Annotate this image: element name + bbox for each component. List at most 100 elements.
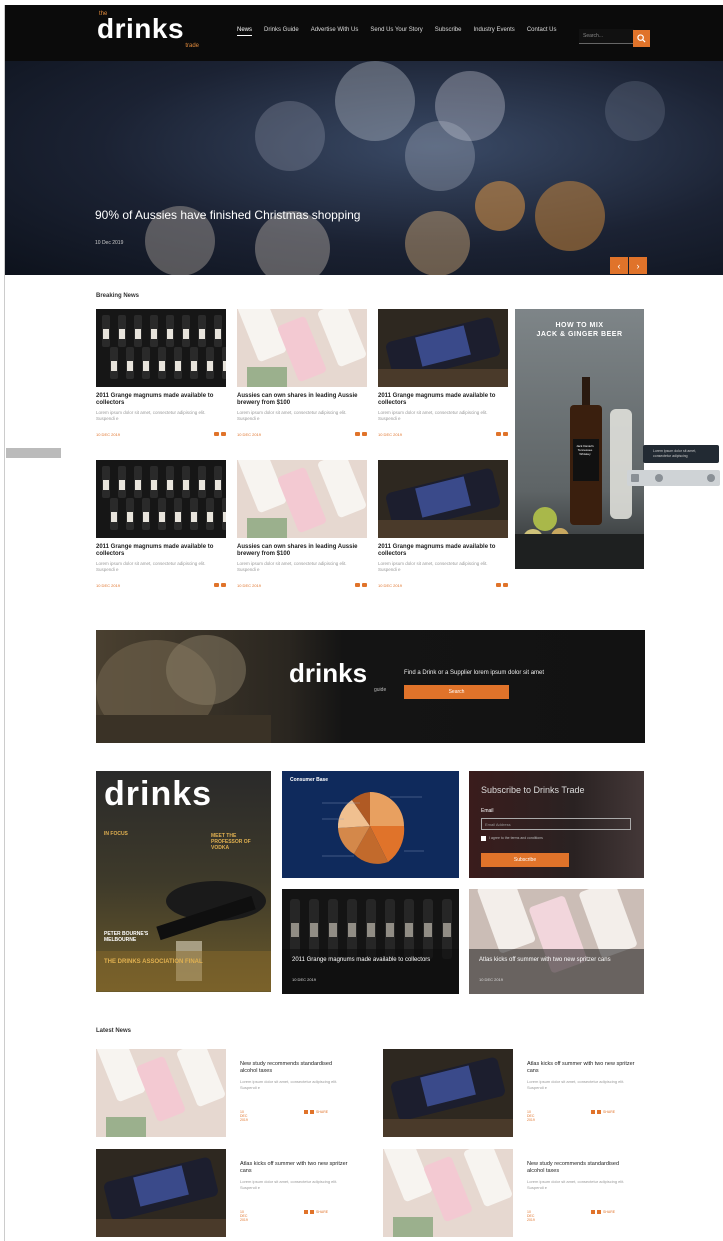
news-card-meta: 10 DEC 2019 [96,432,226,440]
share-icon[interactable] [221,432,226,436]
news-card[interactable]: Aussies can own shares in leading Aussie… [237,309,367,440]
latest-news-heading: Latest News [96,1028,132,1034]
nav-contact[interactable]: Contact Us [527,27,557,36]
news-card-image[interactable] [96,309,226,387]
news-card[interactable]: 2011 Grange magnums made available to co… [378,309,508,440]
comment-icon[interactable] [214,583,219,587]
hero-next-button[interactable]: › [629,257,647,274]
magazine-title: drinks [104,775,213,813]
share-icon[interactable] [503,583,508,587]
comment-icon[interactable] [214,432,219,436]
feature-tile[interactable]: Atlas kicks off summer with two new spri… [469,889,644,994]
comment-icon[interactable] [304,1110,308,1114]
news-card[interactable]: 2011 Grange magnums made available to co… [96,460,226,591]
search-input[interactable]: Search... [579,29,634,44]
share-icon[interactable] [362,583,367,587]
news-card-title[interactable]: 2011 Grange magnums made available to co… [96,544,220,558]
news-card[interactable]: 2011 Grange magnums made available to co… [378,460,508,591]
comment-icon[interactable] [591,1110,595,1114]
side-feedback-tab[interactable] [6,448,61,458]
latest-news-image[interactable] [383,1149,513,1237]
nav-subscribe[interactable]: Subscribe [435,27,462,36]
share-link[interactable]: SHARE [603,1210,615,1214]
news-card-image[interactable] [96,460,226,538]
consumer-base-panel[interactable]: Consumer Base [282,771,459,878]
comment-icon[interactable] [355,432,360,436]
nav-drinks-guide[interactable]: Drinks Guide [264,27,299,36]
news-card-title[interactable]: 2011 Grange magnums made available to co… [378,393,502,407]
floating-widget-bar[interactable] [627,470,720,486]
hero-prev-button[interactable]: ‹ [610,257,628,274]
comment-icon[interactable] [304,1210,308,1214]
magazine-cover[interactable]: drinks IN FOCUS MEET THE PROFESSOR OF VO… [96,771,271,992]
guide-search-button[interactable]: Search [404,685,509,699]
comment-icon[interactable] [591,1210,595,1214]
latest-news-image[interactable] [96,1049,226,1137]
latest-news-image[interactable] [383,1049,513,1137]
hero-slider[interactable]: 90% of Aussies have finished Christmas s… [5,61,723,275]
nav-news[interactable]: News [237,27,253,36]
news-card-date: 10 DEC 2019 [237,432,262,437]
ad-title-line2: JACK & GINGER BEER [536,331,623,338]
like-icon[interactable] [310,1210,314,1214]
news-card-title[interactable]: Aussies can own shares in leading Aussie… [237,544,361,558]
widget-icon[interactable] [631,474,639,482]
news-card-image[interactable] [237,309,367,387]
nav-industry-events[interactable]: Industry Events [473,27,514,36]
latest-news-title[interactable]: Atlas kicks off summer with two new spri… [240,1161,350,1175]
news-card-image[interactable] [378,309,508,387]
widget-icon[interactable] [707,474,715,482]
comment-icon[interactable] [496,583,501,587]
news-card-date: 10 DEC 2019 [378,583,403,588]
latest-news-date: 10 DEC 2019 [527,1110,535,1122]
news-card-title[interactable]: 2011 Grange magnums made available to co… [96,393,220,407]
news-card-image[interactable] [378,460,508,538]
liquor-bottle-image [383,1049,513,1137]
widget-icon[interactable] [655,474,663,482]
nav-advertise[interactable]: Advertise With Us [311,27,359,36]
share-link[interactable]: SHARE [603,1110,615,1114]
latest-news-title[interactable]: Atlas kicks off summer with two new spri… [527,1061,637,1075]
like-icon[interactable] [597,1110,601,1114]
comment-icon[interactable] [496,432,501,436]
news-card[interactable]: 2011 Grange magnums made available to co… [96,309,226,440]
news-card-excerpt: Lorem ipsum dolor sit amet, consectetur … [378,410,488,421]
like-icon[interactable] [310,1110,314,1114]
ad-jack-ginger[interactable]: HOW TO MIX JACK & GINGER BEER Jack Danie… [515,309,644,569]
news-card-title[interactable]: 2011 Grange magnums made available to co… [378,544,502,558]
terms-checkbox[interactable] [481,836,486,841]
feature-tile[interactable]: 2011 Grange magnums made available to co… [282,889,459,994]
share-link[interactable]: SHARE [316,1210,328,1214]
subscribe-button[interactable]: Subscribe [481,853,569,867]
ad-title: HOW TO MIX JACK & GINGER BEER [515,321,644,339]
latest-news-title[interactable]: New study recommends standardised alcoho… [527,1161,637,1175]
logo-trade: trade [185,43,199,49]
hero-title[interactable]: 90% of Aussies have finished Christmas s… [95,208,365,222]
feature-tile-date: 10 DEC 2019 [292,977,317,982]
spritzer-cans-image [237,460,367,538]
news-card-meta: 10 DEC 2019 [378,432,508,440]
news-card[interactable]: Aussies can own shares in leading Aussie… [237,460,367,591]
nav-send-story[interactable]: Send Us Your Story [370,27,422,36]
latest-news-image[interactable] [96,1149,226,1237]
news-card-image[interactable] [237,460,367,538]
comment-icon[interactable] [355,583,360,587]
feature-tile-title: Atlas kicks off summer with two new spri… [479,957,611,963]
latest-news-date: 10 DEC 2019 [240,1210,248,1222]
news-card-icons [496,432,508,436]
magazine-line1: IN FOCUS [104,831,128,837]
share-icon[interactable] [362,432,367,436]
main-nav: News Drinks Guide Advertise With Us Send… [237,27,557,36]
like-icon[interactable] [597,1210,601,1214]
share-icon[interactable] [503,432,508,436]
share-icon[interactable] [221,583,226,587]
news-card-excerpt: Lorem ipsum dolor sit amet, consectetur … [378,561,488,572]
latest-news-title[interactable]: New study recommends standardised alcoho… [240,1061,350,1075]
site-logo[interactable]: the drinks trade [97,11,207,51]
guide-text: Find a Drink or a Supplier lorem ipsum d… [404,670,545,676]
news-card-meta: 10 DEC 2019 [237,583,367,591]
news-card-title[interactable]: Aussies can own shares in leading Aussie… [237,393,361,407]
search-button[interactable] [633,30,650,47]
email-field[interactable]: Email Address [481,818,631,830]
share-link[interactable]: SHARE [316,1110,328,1114]
